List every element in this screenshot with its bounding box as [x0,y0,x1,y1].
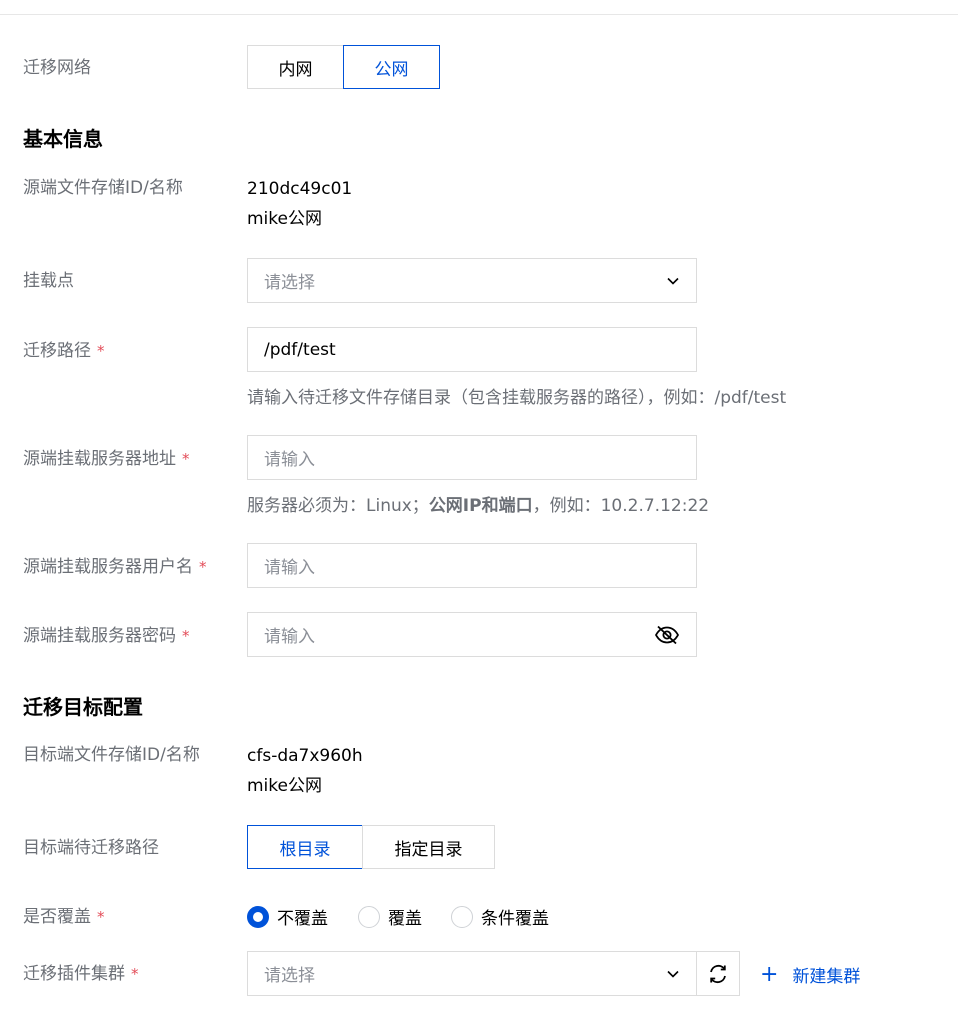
top-divider [0,14,958,15]
eye-off-icon[interactable] [654,625,680,645]
target-name-value: mike公网 [247,776,322,796]
required-mark: * [199,558,207,576]
cluster-placeholder: 请选择 [264,966,315,986]
server-help-bold: 公网IP和端口 [428,496,533,516]
server-address-label-text: 源端挂载服务器地址 [23,449,176,469]
cluster-select[interactable]: 请选择 [247,951,697,996]
plus-icon: + [760,961,779,987]
migration-path-label-text: 迁移路径 [23,341,91,361]
server-address-help: 服务器必须为：Linux；公网IP和端口，例如：10.2.7.12:22 [247,494,709,518]
password-placeholder: 请输入 [264,627,315,647]
network-option-public[interactable]: 公网 [343,45,440,89]
migration-path-label: 迁移路径 * [23,339,105,363]
refresh-icon [707,963,729,985]
server-help-suffix: ，例如：10.2.7.12:22 [532,496,710,516]
target-id-value: cfs-da7x960h [247,746,363,766]
overwrite-option-no: 不覆盖 [277,909,328,929]
mount-point-label: 挂载点 [23,271,74,291]
chevron-down-icon [666,967,680,981]
overwrite-option-yes: 覆盖 [388,909,422,929]
radio-unchecked-icon [358,905,380,928]
username-placeholder: 请输入 [264,558,315,578]
target-path-option-custom[interactable]: 指定目录 [362,825,495,869]
mount-point-select[interactable]: 请选择 [247,258,697,303]
source-id-value: 210dc49c01 [247,179,353,199]
overwrite-option-conditional: 条件覆盖 [481,909,549,929]
source-name-value: mike公网 [247,209,322,229]
password-input[interactable]: 请输入 [247,612,697,657]
target-path-segmented-control: 根目录 指定目录 [247,825,495,869]
required-mark: * [97,342,105,360]
username-label-text: 源端挂载服务器用户名 [23,557,193,577]
overwrite-radio-yes[interactable]: 覆盖 [358,904,422,929]
chevron-down-icon [666,274,680,288]
new-cluster-link[interactable]: + 新建集群 [760,962,860,987]
server-address-input[interactable]: 请输入 [247,435,697,480]
target-config-title: 迁移目标配置 [23,695,143,719]
mount-point-placeholder: 请选择 [264,273,315,293]
required-mark: * [182,627,190,645]
password-label: 源端挂载服务器密码 * [23,624,190,648]
radio-checked-icon [247,905,269,928]
cluster-label: 迁移插件集群 * [23,962,139,986]
network-segmented-control: 内网 公网 [247,45,440,89]
overwrite-radio-no[interactable]: 不覆盖 [247,904,328,929]
source-id-label: 源端文件存储ID/名称 [23,178,183,198]
cluster-label-text: 迁移插件集群 [23,964,125,984]
network-option-intranet[interactable]: 内网 [247,45,344,89]
target-path-option-root[interactable]: 根目录 [247,825,363,869]
server-address-placeholder: 请输入 [264,450,315,470]
required-mark: * [131,965,139,983]
basic-info-title: 基本信息 [23,127,103,151]
migration-path-value: /pdf/test [264,339,336,360]
refresh-button[interactable] [696,951,740,996]
required-mark: * [97,908,105,926]
overwrite-radio-conditional[interactable]: 条件覆盖 [451,904,549,929]
target-id-label: 目标端文件存储ID/名称 [23,745,200,765]
migration-path-help: 请输入待迁移文件存储目录（包含挂载服务器的路径），例如：/pdf/test [247,388,787,408]
password-label-text: 源端挂载服务器密码 [23,626,176,646]
username-input[interactable]: 请输入 [247,543,697,588]
migration-path-input[interactable]: /pdf/test [247,327,697,372]
username-label: 源端挂载服务器用户名 * [23,555,207,579]
new-cluster-label: 新建集群 [792,967,861,987]
overwrite-label-text: 是否覆盖 [23,907,91,927]
required-mark: * [182,450,190,468]
network-label: 迁移网络 [23,58,91,78]
server-help-prefix: 服务器必须为：Linux； [247,496,429,516]
overwrite-label: 是否覆盖 * [23,905,105,929]
radio-unchecked-icon [451,905,473,928]
target-path-label: 目标端待迁移路径 [23,838,159,858]
server-address-label: 源端挂载服务器地址 * [23,447,190,471]
